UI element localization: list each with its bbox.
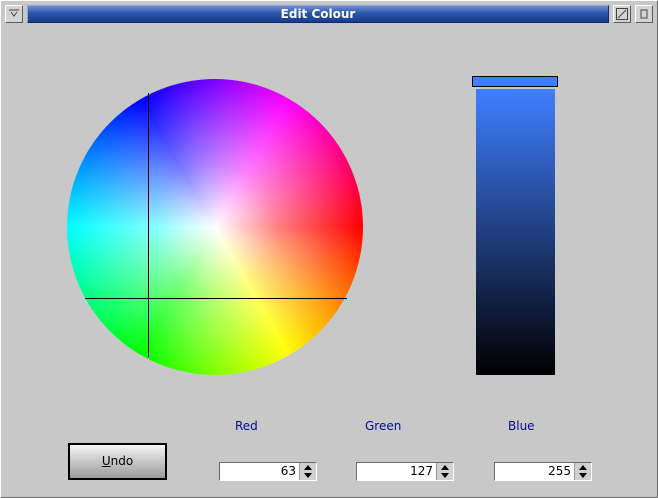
hue-saturation-wheel[interactable]: [67, 79, 363, 375]
red-value[interactable]: 63: [281, 464, 296, 478]
title-bar: Edit Colour: [1, 1, 657, 25]
green-label: Green: [365, 419, 402, 433]
wheel-crosshair-horizontal: [85, 298, 347, 299]
edit-colour-window: Edit Colour Red Green Blue Undo 63 127 2…: [0, 0, 658, 498]
red-spinbox[interactable]: 63: [219, 462, 317, 481]
window-menu-icon[interactable]: [5, 5, 23, 23]
red-spin-arrows-icon[interactable]: [299, 463, 316, 480]
blue-label: Blue: [508, 419, 535, 433]
value-slider[interactable]: [476, 89, 555, 375]
undo-mnemonic: U: [101, 454, 111, 468]
blue-value[interactable]: 255: [548, 464, 571, 478]
window-title[interactable]: Edit Colour: [27, 5, 609, 23]
green-spinbox[interactable]: 127: [356, 462, 454, 481]
blue-spinbox[interactable]: 255: [494, 462, 592, 481]
saturation-gradient: [67, 79, 363, 375]
blue-spin-arrows-icon[interactable]: [574, 463, 591, 480]
red-label: Red: [235, 419, 258, 433]
green-spin-arrows-icon[interactable]: [436, 463, 453, 480]
maximize-icon[interactable]: [635, 5, 653, 23]
undo-button[interactable]: Undo: [68, 443, 167, 480]
value-slider-handle[interactable]: [472, 76, 558, 87]
resize-icon[interactable]: [613, 5, 631, 23]
green-value[interactable]: 127: [410, 464, 433, 478]
undo-label: ndo: [110, 454, 134, 468]
wheel-crosshair-vertical: [148, 93, 149, 357]
